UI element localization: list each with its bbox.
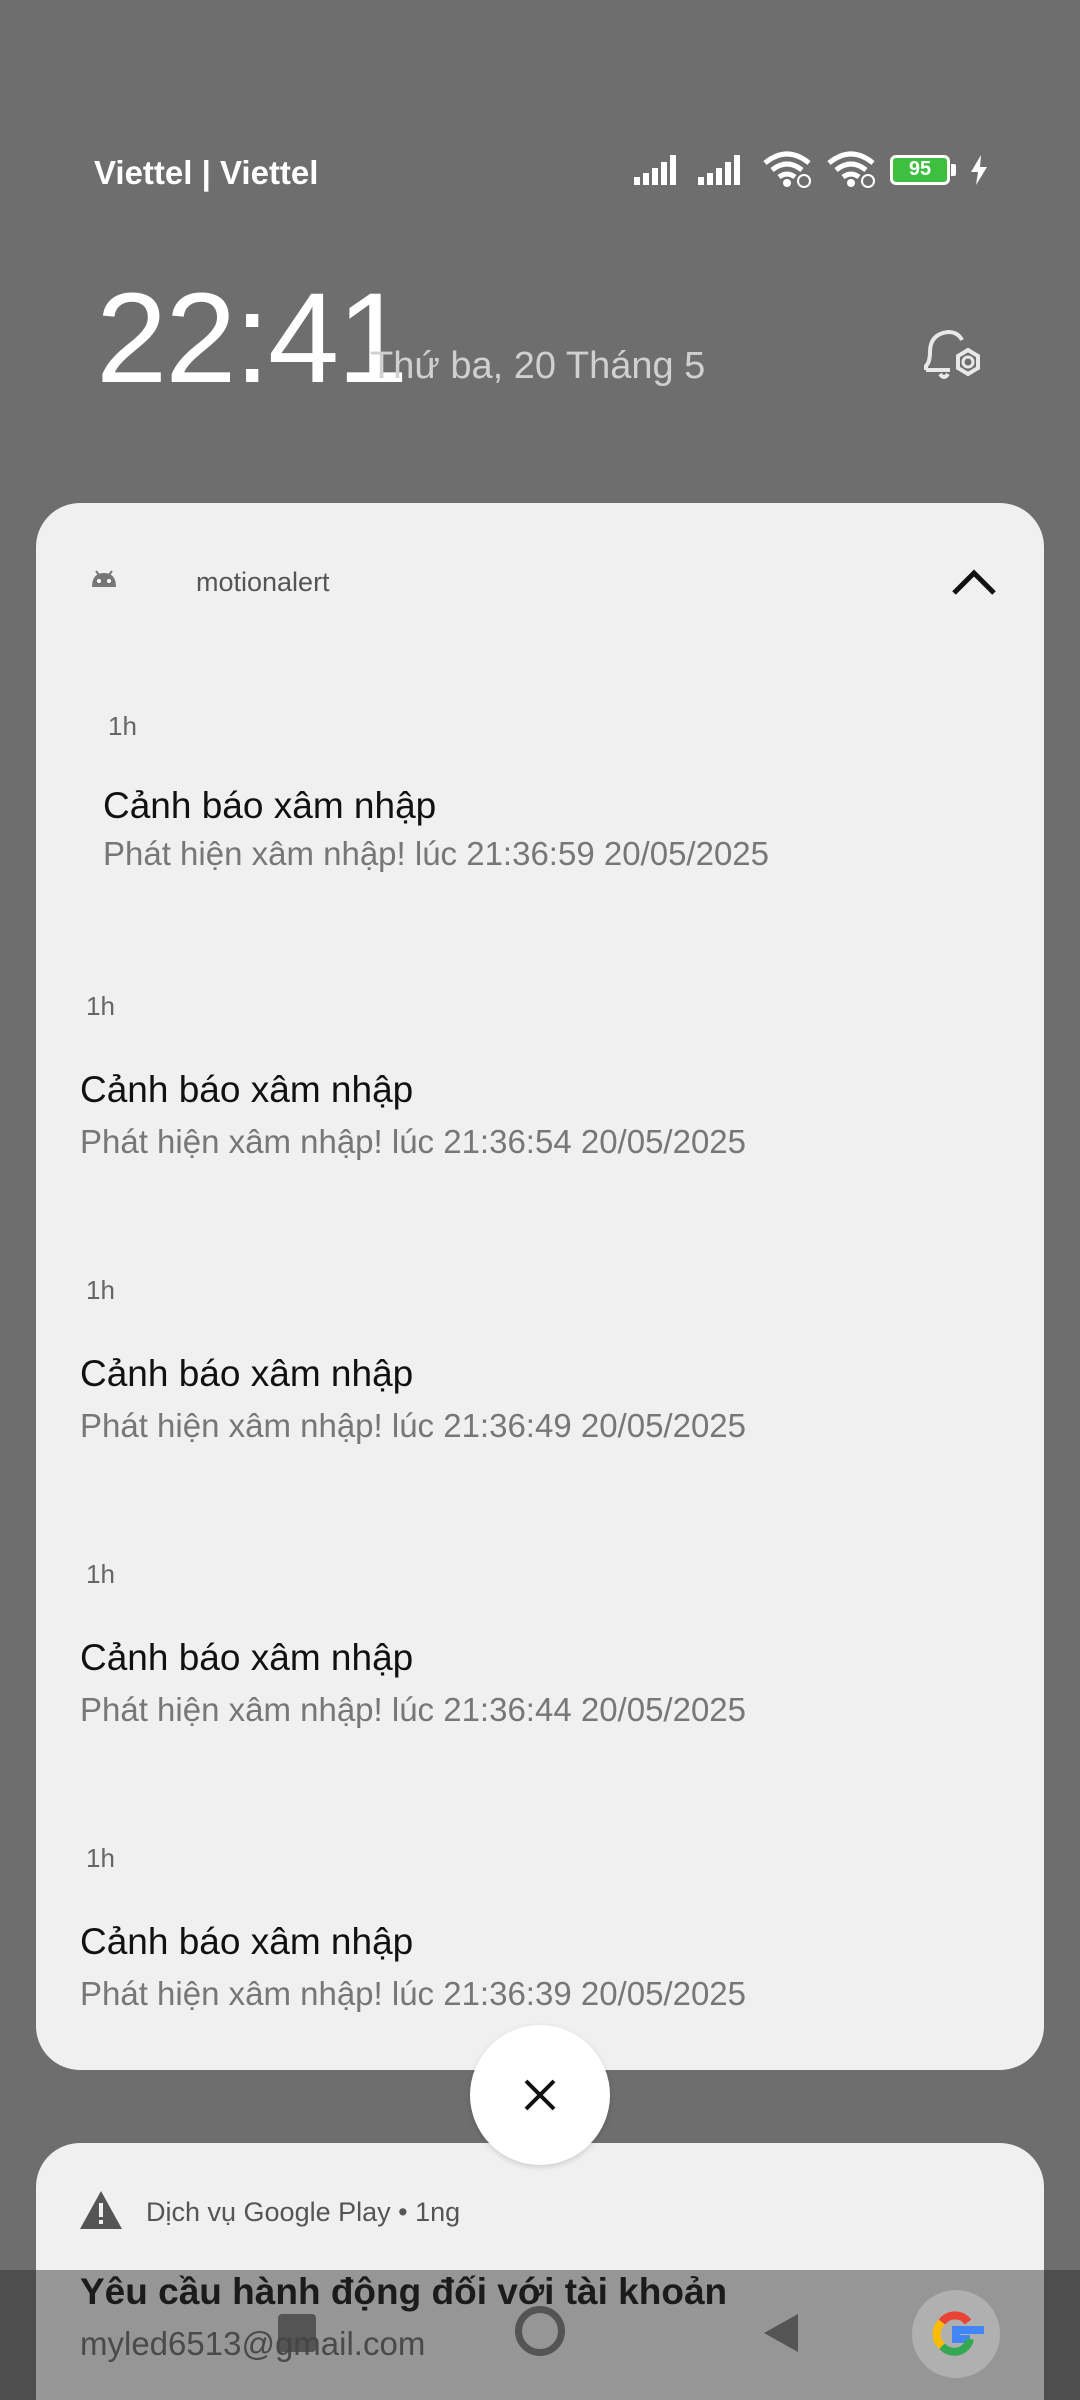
notification-item[interactable]: 1h Cảnh báo xâm nhập Phát hiện xâm nhập!… [36, 983, 1044, 1183]
notification-header: Dịch vụ Google Play • 1ng [146, 2197, 461, 2227]
back-button[interactable] [760, 2312, 802, 2354]
notification-item[interactable]: 1h Cảnh báo xâm nhập Phát hiện xâm nhập!… [36, 1551, 1044, 1751]
notification-body: Phát hiện xâm nhập! lúc 21:36:44 20/05/2… [80, 1691, 747, 1728]
status-bar: Viettel | Viettel 95 [0, 140, 1080, 200]
notification-item[interactable]: 1h Cảnh báo xâm nhập Phát hiện xâm nhập!… [36, 1835, 1044, 2035]
charging-icon [971, 155, 987, 185]
wifi-2-icon [827, 151, 875, 188]
app-name: motionalert [196, 567, 330, 597]
notification-title: Cảnh báo xâm nhập [80, 1637, 414, 1678]
signal-2-icon [698, 155, 740, 185]
recent-apps-button[interactable] [278, 2314, 316, 2352]
battery-level: 95 [908, 158, 932, 180]
chevron-up-icon [952, 569, 996, 595]
signal-1-icon [634, 155, 676, 185]
notification-time: 1h [108, 711, 137, 741]
notification-group-card[interactable]: motionalert 1h Cảnh báo xâm nhập Phát hi… [36, 503, 1044, 2070]
carrier-label: Viettel | Viettel [94, 154, 319, 191]
close-icon [524, 2079, 556, 2111]
notification-item[interactable]: 1h Cảnh báo xâm nhập Phát hiện xâm nhập!… [36, 1267, 1044, 1467]
notification-settings-button[interactable] [916, 322, 986, 392]
notification-body: Phát hiện xâm nhập! lúc 21:36:54 20/05/2… [80, 1123, 747, 1160]
status-icons: 95 [634, 150, 988, 190]
notification-time: 1h [86, 1275, 115, 1305]
battery-icon: 95 [890, 155, 956, 185]
notification-title: Cảnh báo xâm nhập [80, 1921, 414, 1962]
notification-title: Cảnh báo xâm nhập [80, 1069, 414, 1110]
notification-time: 1h [86, 1559, 115, 1589]
notification-time: 1h [86, 991, 115, 1021]
app-header: motionalert [86, 553, 1006, 613]
clock-time: 22:41 [96, 267, 408, 410]
bell-gear-icon [924, 329, 980, 379]
collapse-button[interactable] [942, 553, 1006, 613]
notification-body: Phát hiện xâm nhập! lúc 21:36:39 20/05/2… [80, 1975, 747, 2012]
wifi-icon [763, 151, 811, 188]
google-app-button[interactable] [912, 2290, 1000, 2378]
notification-body: Phát hiện xâm nhập! lúc 21:36:49 20/05/2… [80, 1407, 747, 1444]
notification-time: 1h [86, 1843, 115, 1873]
android-app-icon [92, 570, 116, 587]
home-button[interactable] [515, 2306, 565, 2356]
notification-title: Cảnh báo xâm nhập [103, 785, 437, 826]
notification-item[interactable]: 1h Cảnh báo xâm nhập Phát hiện xâm nhập!… [36, 703, 1044, 903]
warning-icon [80, 2191, 122, 2229]
clock-date: Thứ ba, 20 Tháng 5 [370, 345, 706, 387]
notification-body: Phát hiện xâm nhập! lúc 21:36:59 20/05/2… [103, 835, 770, 872]
clear-all-button[interactable] [470, 2025, 610, 2165]
navigation-bar [0, 2270, 1080, 2400]
google-g-icon [932, 2311, 984, 2356]
notification-title: Cảnh báo xâm nhập [80, 1353, 414, 1394]
